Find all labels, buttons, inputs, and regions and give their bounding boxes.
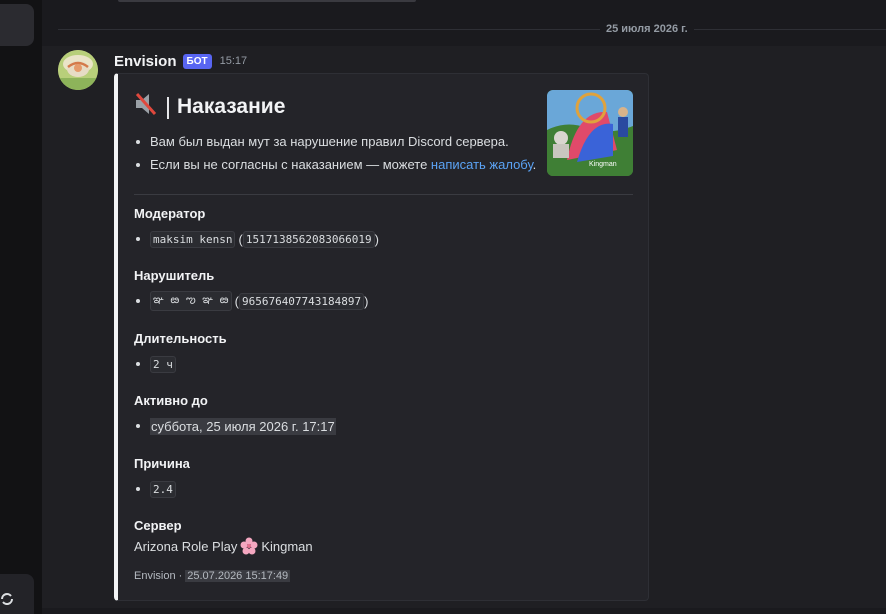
field-value: ఞ ఴ ఌ ఞ ఴ ( 965676407743184897 ) <box>134 291 369 311</box>
title-separator: | <box>165 93 171 119</box>
field-value: 2.4 <box>134 479 190 499</box>
embed-title-row: | Наказание <box>133 91 285 122</box>
message-header: Envision БОТ 15:17 <box>114 51 247 71</box>
server-sidebar <box>0 0 42 614</box>
footer-separator: · <box>178 570 183 582</box>
embed-thumbnail[interactable]: Kingman <box>547 90 633 176</box>
svg-text:Kingman: Kingman <box>589 161 617 168</box>
description-line: Если вы не согласны с наказанием — может… <box>135 153 537 176</box>
timestamp-value[interactable]: суббота, 25 июля 2026 г. 17:17 <box>150 417 336 435</box>
inline-code: 2.4 <box>150 480 176 498</box>
refresh-icon[interactable] <box>0 592 14 606</box>
field-value: maksim kensn ( 1517138562083066019 ) <box>134 229 379 249</box>
field-name: Нарушитель <box>134 268 215 283</box>
server-name-suffix: Kingman <box>261 538 313 554</box>
user-id: 1517138562083066019 <box>242 230 375 248</box>
muted-speaker-icon <box>133 91 159 122</box>
embed-card: | Наказание Kingman Вам был выдан мут за… <box>114 73 649 601</box>
previous-message-edge <box>118 0 416 2</box>
inline-code: 2 ч <box>150 355 176 373</box>
date-separator-label: 25 июля 2026 г. <box>600 20 694 38</box>
field-duration: Длительность 2 ч <box>134 330 227 374</box>
inline-code: maksim kensn <box>150 230 236 248</box>
embed-divider <box>134 194 633 195</box>
embed-title: Наказание <box>176 94 286 118</box>
field-value: Arizona Role Play Kingman <box>134 537 313 555</box>
field-active-until: Активно до суббота, 25 июля 2026 г. 17:1… <box>134 392 336 436</box>
field-value: 2 ч <box>134 354 227 374</box>
user-id: 965676407743184897 <box>238 292 365 310</box>
message-time[interactable]: 15:17 <box>220 55 248 67</box>
complaint-link[interactable]: написать жалобу <box>431 157 533 172</box>
field-name: Модератор <box>134 206 206 221</box>
footer-name: Envision <box>134 570 176 582</box>
server-name-prefix: Arizona Role Play <box>134 538 238 554</box>
description-text: Если вы не согласны с наказанием — может… <box>150 157 431 172</box>
field-value: суббота, 25 июля 2026 г. 17:17 <box>134 416 336 436</box>
footer-timestamp[interactable]: 25.07.2026 15:17:49 <box>185 570 291 582</box>
field-name: Активно до <box>134 393 208 408</box>
field-reason: Причина 2.4 <box>134 455 190 499</box>
embed-footer: Envision · 25.07.2026 15:17:49 <box>134 570 291 582</box>
bot-badge: БОТ <box>182 53 212 69</box>
username[interactable]: Envision <box>114 53 177 70</box>
sidebar-item[interactable] <box>0 4 34 46</box>
field-violator: Нарушитель ఞ ఴ ఌ ఞ ఴ ( 96567640774318489… <box>134 267 369 311</box>
field-name: Причина <box>134 456 190 471</box>
field-name: Длительность <box>134 331 227 346</box>
inline-code: ఞ ఴ ఌ ఞ ఴ <box>150 291 232 311</box>
field-name: Сервер <box>134 518 182 533</box>
paren-close: ) <box>364 293 369 309</box>
description-text: . <box>532 157 537 172</box>
date-divider <box>58 29 886 30</box>
embed-description: Вам был выдан мут за нарушение правил Di… <box>134 130 536 176</box>
avatar[interactable] <box>58 50 98 90</box>
cherry-blossom-icon <box>240 537 258 555</box>
field-moderator: Модератор maksim kensn ( 151713856208306… <box>134 205 379 249</box>
paren-close: ) <box>374 231 380 247</box>
field-server: Сервер Arizona Role Play Kingman <box>134 517 313 555</box>
description-line: Вам был выдан мут за нарушение правил Di… <box>135 130 536 153</box>
